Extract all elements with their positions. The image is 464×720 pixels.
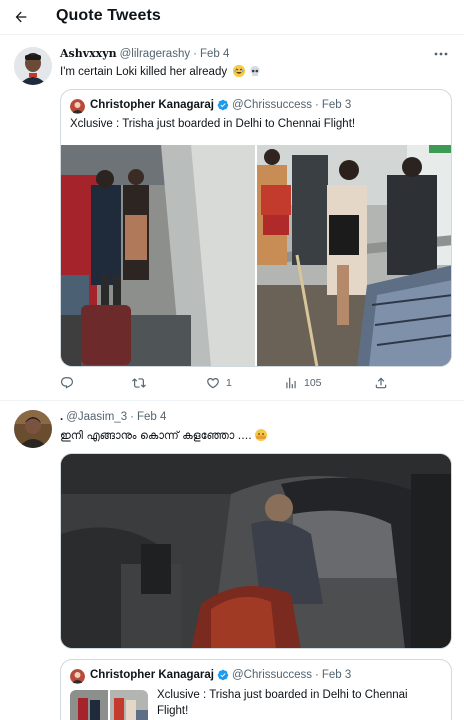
- display-name[interactable]: Ashvxxyn: [60, 47, 117, 60]
- display-name[interactable]: .: [60, 411, 63, 423]
- quoted-timestamp[interactable]: Feb 3: [322, 669, 351, 681]
- tweet-header: Ashvxxyn @lilragerashy · Feb 4: [60, 47, 229, 60]
- tweet-text-content: ഇനി എങ്ങാനും കൊന്ന് കളഞ്ഞോ ....: [60, 429, 252, 442]
- avatar[interactable]: [14, 47, 52, 85]
- quoted-display-name[interactable]: Christopher Kanagaraj: [90, 669, 214, 681]
- quoted-tweet[interactable]: Christopher Kanagaraj @Chrissuccess · Fe…: [60, 89, 452, 367]
- reply-icon: [61, 377, 73, 389]
- share-icon: [375, 377, 387, 389]
- avatar[interactable]: [14, 410, 52, 448]
- quoted-display-name[interactable]: Christopher Kanagaraj: [90, 99, 214, 111]
- tweet-text-content: I'm certain Loki killed her already: [60, 66, 228, 78]
- verified-badge-icon: [217, 99, 229, 111]
- quoted-avatar[interactable]: [70, 99, 85, 114]
- quoted-timestamp[interactable]: Feb 3: [322, 99, 351, 111]
- analytics-icon: [286, 377, 296, 389]
- quoted-tweet[interactable]: Christopher Kanagaraj @Chrissuccess · Fe…: [60, 659, 452, 720]
- tweet[interactable]: . @Jaasim_3 · Feb 4 ഇനി എങ്ങാനും കൊന്ന് …: [0, 400, 464, 720]
- views-button[interactable]: 105: [284, 375, 322, 391]
- header: Quote Tweets: [0, 0, 464, 34]
- verified-badge-icon: [217, 669, 229, 681]
- tweet-header: . @Jaasim_3 · Feb 4: [60, 411, 166, 423]
- timestamp[interactable]: Feb 4: [200, 48, 229, 60]
- view-count: 105: [304, 377, 322, 389]
- separator-dot: ·: [130, 411, 134, 423]
- retweet-button[interactable]: [132, 375, 146, 391]
- quoted-username[interactable]: @Chrissuccess: [232, 669, 312, 681]
- tweet-text: ഇനി എങ്ങാനും കൊന്ന് കളഞ്ഞോ ....: [60, 429, 268, 443]
- quoted-username[interactable]: @Chrissuccess: [232, 99, 312, 111]
- page-title: Quote Tweets: [56, 7, 161, 24]
- quoted-tweet-text-line-2: Flight!: [157, 705, 189, 717]
- separator-dot: ·: [193, 47, 197, 60]
- heart-icon: [207, 378, 219, 389]
- username[interactable]: @Jaasim_3: [66, 411, 127, 423]
- tweet-text: I'm certain Loki killed her already: [60, 65, 261, 78]
- back-button[interactable]: [10, 6, 32, 28]
- separator-dot: ·: [315, 99, 319, 111]
- peeking-face-emoji-icon: [255, 429, 268, 441]
- retweet-icon: [132, 378, 146, 388]
- more-options-button[interactable]: [432, 47, 450, 61]
- quoted-tweet-header: Christopher Kanagaraj @Chrissuccess · Fe…: [90, 99, 351, 111]
- skull-emoji-icon: [249, 65, 261, 77]
- joy-emoji-icon: [233, 65, 246, 77]
- reply-button[interactable]: [60, 375, 74, 391]
- more-horizontal-icon: [434, 52, 448, 56]
- share-button[interactable]: [374, 375, 388, 391]
- quoted-avatar[interactable]: [70, 669, 85, 684]
- username[interactable]: @lilragerashy: [120, 48, 190, 60]
- tweet-media-video[interactable]: [60, 453, 452, 649]
- quoted-media-photo-2[interactable]: [257, 145, 451, 366]
- like-button[interactable]: 1: [206, 375, 232, 391]
- timestamp[interactable]: Feb 4: [137, 411, 166, 423]
- separator-dot: ·: [315, 669, 319, 681]
- tweet-actions: 1 105: [60, 375, 390, 391]
- quoted-media-photo-1[interactable]: [61, 145, 255, 366]
- tweet[interactable]: Ashvxxyn @lilragerashy · Feb 4 I'm certa…: [0, 34, 464, 400]
- arrow-left-icon: [15, 11, 27, 23]
- quoted-tweet-header: Christopher Kanagaraj @Chrissuccess · Fe…: [90, 669, 351, 681]
- quoted-tweet-text-line-1: Xclusive : Trisha just boarded in Delhi …: [157, 689, 408, 701]
- like-count: 1: [226, 377, 232, 389]
- quoted-tweet-text: Xclusive : Trisha just boarded in Delhi …: [70, 118, 356, 130]
- quoted-media-thumbnail[interactable]: [70, 690, 148, 720]
